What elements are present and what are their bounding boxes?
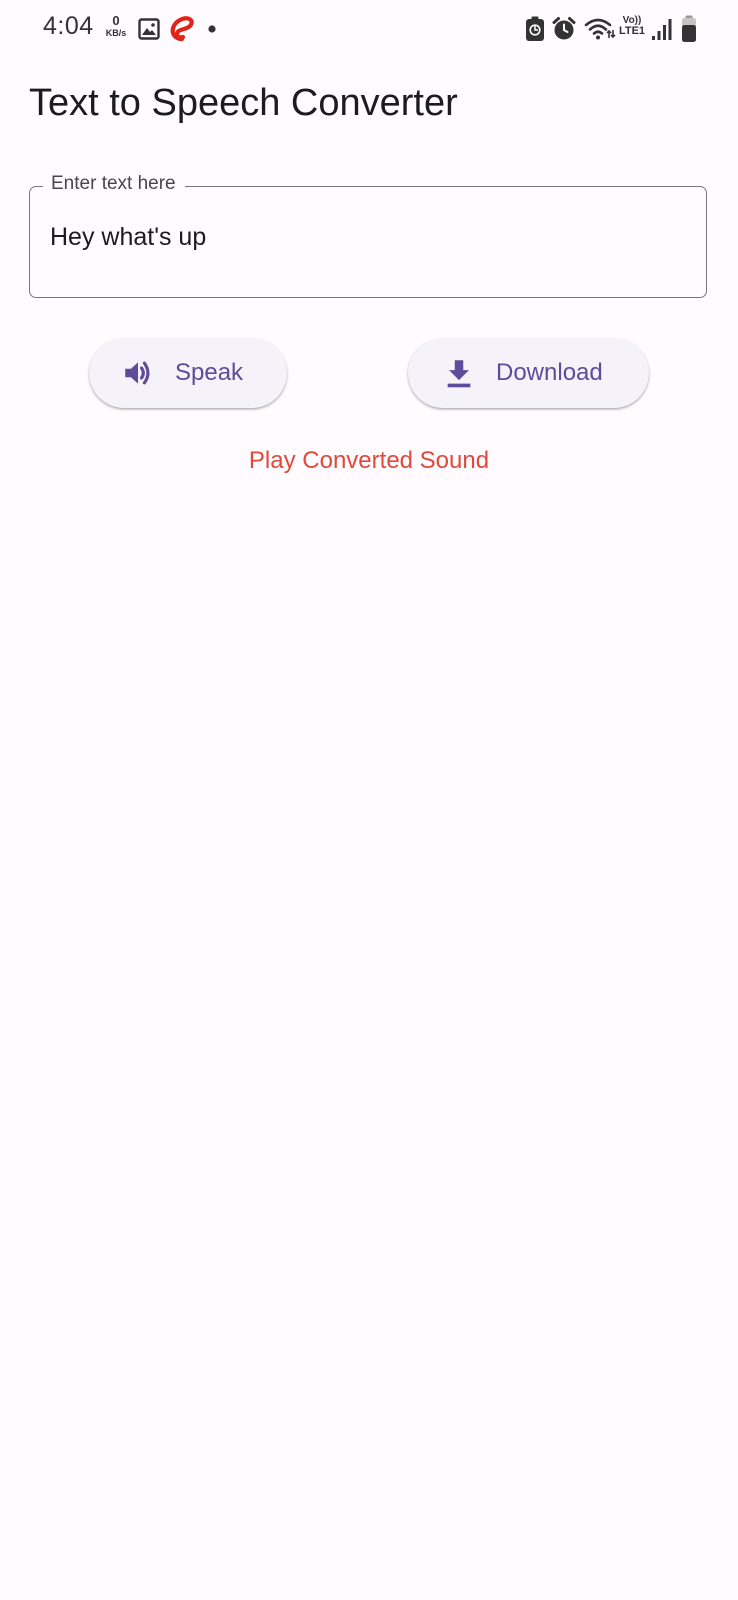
volume-icon <box>125 361 150 385</box>
download-button[interactable]: Download <box>408 338 649 408</box>
battery-saver-icon <box>526 16 544 41</box>
volte-indicator: Vo)) LTE1 <box>617 16 647 37</box>
volte-bottom-label: LTE1 <box>618 25 646 37</box>
text-input[interactable] <box>50 223 680 252</box>
network-speed: 0 KB/s <box>103 14 129 38</box>
download-icon <box>447 360 471 388</box>
page-title: Text to Speech Converter <box>29 82 458 124</box>
text-field-label: Enter text here <box>43 173 185 195</box>
gallery-icon <box>138 18 160 40</box>
signal-icon <box>652 19 672 40</box>
play-converted-sound-link[interactable]: Play Converted Sound <box>0 447 738 475</box>
status-bar: 4:04 0 KB/s Vo)) LTE1 <box>0 0 738 56</box>
status-time: 4:04 <box>43 12 94 40</box>
network-speed-value: 0 <box>112 13 120 28</box>
wifi-icon <box>584 18 616 40</box>
notification-dot-icon <box>208 25 216 33</box>
speak-button-label: Speak <box>175 359 244 386</box>
network-speed-unit: KB/s <box>105 28 127 38</box>
speak-button[interactable]: Speak <box>89 338 287 408</box>
alarm-icon <box>552 17 576 40</box>
text-input-field[interactable]: Enter text here <box>29 173 707 298</box>
airtel-logo-icon <box>170 16 194 42</box>
download-button-label: Download <box>496 359 603 386</box>
battery-icon <box>682 15 696 42</box>
